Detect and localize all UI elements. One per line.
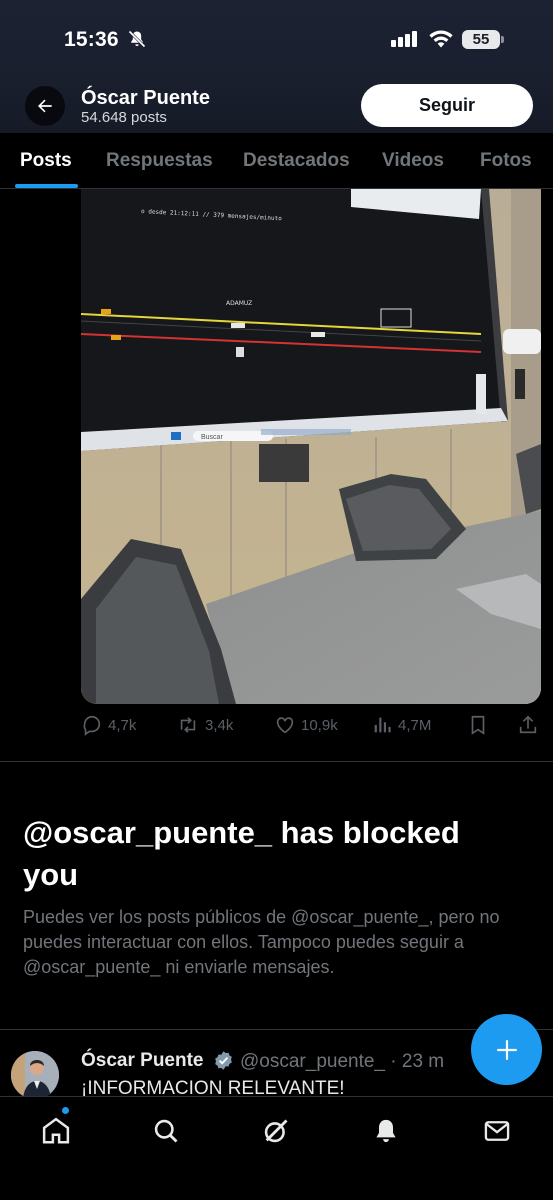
nav-home[interactable] [36,1111,76,1151]
tab-destacados[interactable]: Destacados [243,150,350,172]
tab-videos[interactable]: Videos [382,150,444,172]
battery-indicator: 55 [462,30,500,49]
nav-notifications[interactable] [366,1111,406,1151]
compose-plus-icon [496,1039,517,1060]
reply-button[interactable]: 4,7k [81,714,136,736]
nav-messages[interactable] [477,1111,517,1151]
post-count: 54.648 posts [81,109,167,126]
grok-icon [264,1119,288,1143]
repost-icon [180,717,196,733]
compose-button[interactable] [471,1014,542,1085]
active-tab-indicator [15,184,78,188]
wifi-icon [429,30,453,48]
post-action-bar: 4,7k 3,4k 10,9k 4,7M [81,714,541,740]
bookmark-icon [471,715,485,735]
profile-tabs: Posts Respuestas Destacados Videos Fotos [0,133,553,189]
repost-button[interactable]: 3,4k [176,714,233,736]
control-room-photo: o desde 21:12:11 // 379 mensajes/minuto … [81,189,541,704]
tab-fotos[interactable]: Fotos [480,150,532,172]
views-count: 4,7M [398,716,432,734]
tab-posts[interactable]: Posts [20,150,72,172]
nav-search[interactable] [146,1111,186,1151]
post-divider [0,761,553,762]
profile-header: 15:36 55 Óscar Puente 54.648 posts Segui… [0,0,553,133]
nav-grok[interactable] [256,1111,296,1151]
notifications-icon [376,1119,396,1143]
blocked-title: @oscar_puente_ has blocked you [23,815,460,892]
messages-icon [484,1121,510,1141]
verified-icon [215,1051,232,1070]
status-time: 15:36 [64,28,119,51]
like-count: 10,9k [301,716,338,734]
search-icon [154,1119,178,1143]
home-icon [42,1117,70,1144]
bottom-navigation [0,1096,553,1200]
views-button[interactable]: 4,7M [371,714,431,736]
notice-divider [0,1029,553,1030]
signal-icon [391,31,417,47]
views-icon [374,717,391,733]
share-button[interactable] [517,714,539,736]
taskbar-search-text: Buscar [201,434,223,441]
post-author-name[interactable]: Óscar Puente [81,1050,204,1072]
blocked-description: Puedes ver los posts públicos de @oscar_… [23,907,500,977]
station-label: ADAMUZ [226,300,252,307]
back-button[interactable] [25,86,65,126]
reply-icon [83,715,101,736]
reply-count: 4,7k [108,716,137,734]
like-icon [276,717,294,734]
battery-tip [501,36,504,43]
profile-name: Óscar Puente [81,87,210,109]
tab-respuestas[interactable]: Respuestas [106,150,213,172]
repost-count: 3,4k [205,716,234,734]
back-arrow-icon [38,99,52,113]
share-icon [519,715,537,734]
bookmark-button[interactable] [467,714,489,736]
post-handle-time: @oscar_puente_ · 23 m [240,1051,445,1072]
avatar[interactable] [11,1051,59,1099]
avatar-image [11,1051,59,1099]
follow-button[interactable]: Seguir [361,84,533,127]
status-bar: 15:36 55 [0,26,553,56]
bell-off-icon [128,30,146,48]
post-media-image[interactable]: o desde 21:12:11 // 379 mensajes/minuto … [81,189,541,704]
like-button[interactable]: 10,9k [274,714,338,736]
home-unread-dot [62,1107,69,1114]
